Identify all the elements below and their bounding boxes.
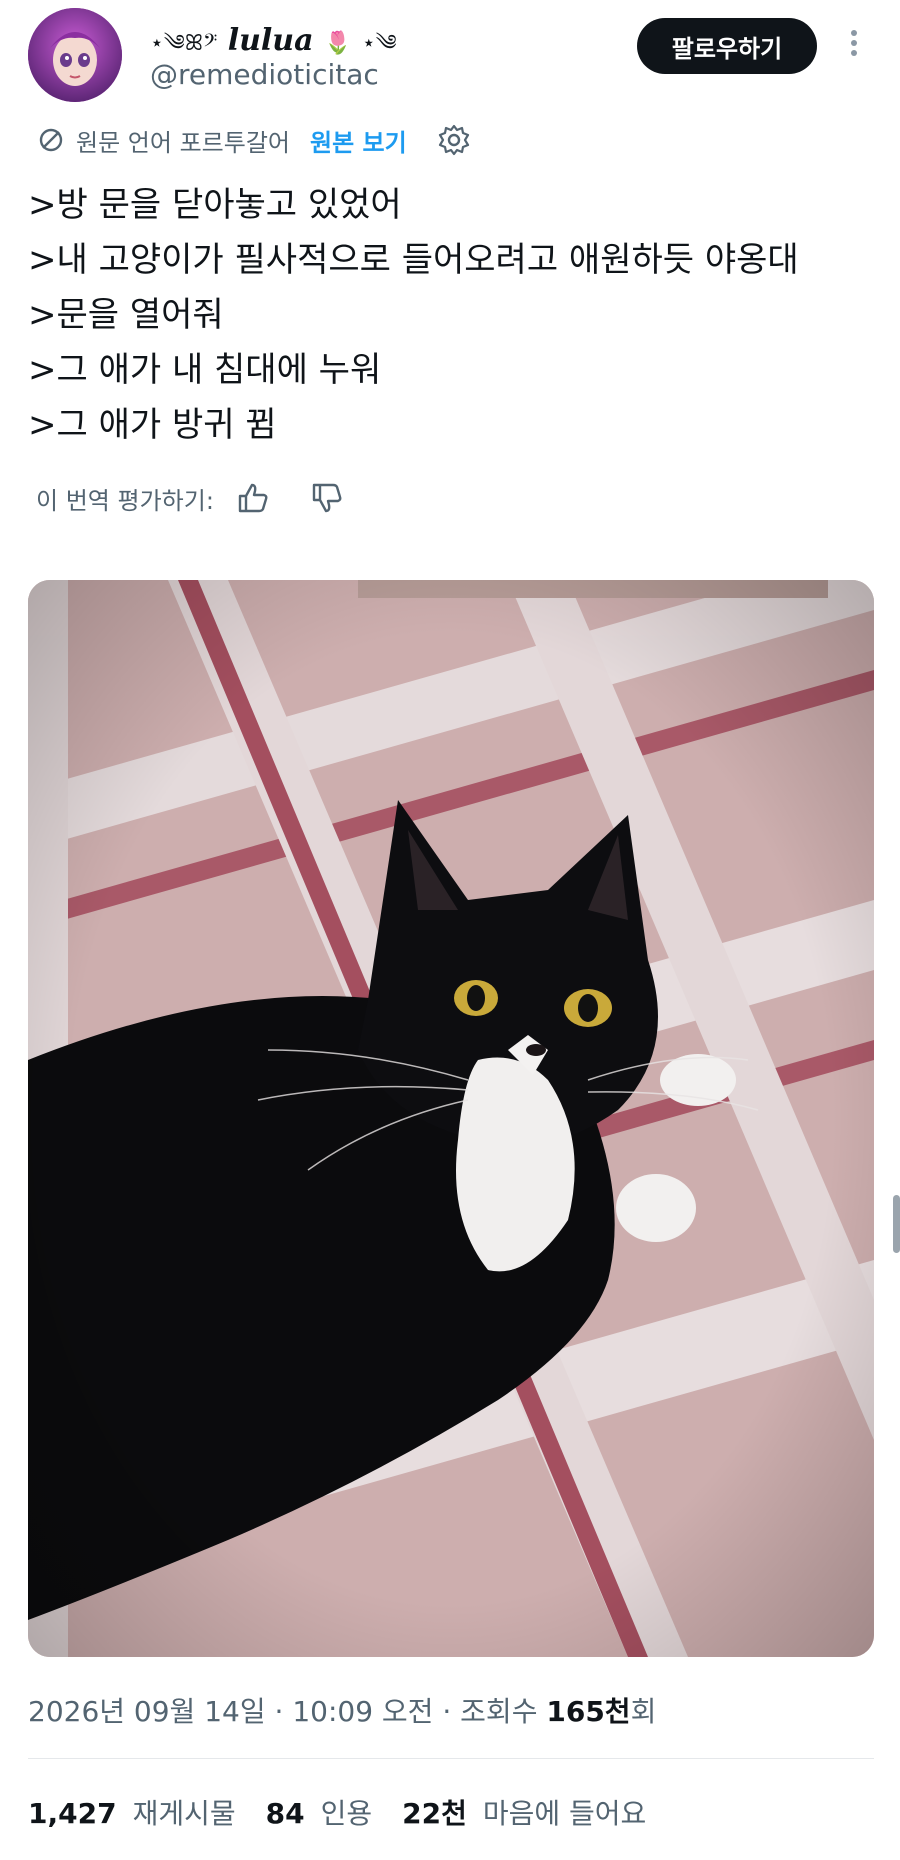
divider: [28, 1758, 874, 1759]
quotes-label[interactable]: 인용: [321, 1792, 373, 1832]
tweet-line: >그 애가 내 침대에 누워: [28, 350, 382, 390]
tulip-icon: 🌷: [324, 31, 352, 56]
views-label: 조회수: [460, 1695, 538, 1728]
meta-separator: ·: [442, 1695, 452, 1728]
rate-translation: 이 번역 평가하기:: [36, 478, 344, 518]
meta-separator: ·: [274, 1695, 284, 1728]
more-icon[interactable]: [844, 26, 864, 66]
views-suffix: 회: [630, 1695, 657, 1728]
thumbs-up-icon[interactable]: [236, 481, 270, 515]
translate-icon: [39, 128, 63, 152]
tweet-line: >방 문을 닫아놓고 있었어: [28, 185, 402, 225]
engagement-stats: 1,427 재게시물 84 인용 22천 마음에 들어요: [28, 1792, 676, 1832]
tweet-line: >문을 열어줘: [28, 295, 224, 335]
show-original-link[interactable]: 원본 보기: [310, 123, 407, 158]
user-handle[interactable]: @remedioticitac: [150, 58, 379, 91]
likes-label[interactable]: 마음에 들어요: [483, 1792, 646, 1832]
tweet-line: >그 애가 방귀 뀜: [28, 405, 277, 445]
tweet-photo[interactable]: [28, 580, 874, 1657]
views-count: 165천: [546, 1695, 631, 1728]
reposts-label[interactable]: 재게시물: [133, 1792, 236, 1832]
reposts-count[interactable]: 1,427: [28, 1797, 117, 1830]
tweet-header: ⋆༄ꕤ𝄢 lulua 🌷 ⋆༄ @remedioticitac 팔로우하기: [0, 0, 900, 110]
tweet-date[interactable]: 2026년 09월 14일: [28, 1695, 266, 1728]
tweet-text: >방 문을 닫아놓고 있었어 >내 고양이가 필사적으로 들어오려고 애원하듯 …: [28, 178, 878, 453]
translation-source: 원문 언어 포르투갈어: [76, 128, 290, 157]
tweet-line: >내 고양이가 필사적으로 들어오려고 애원하듯 야옹대: [28, 240, 799, 280]
tweet-meta: 2026년 09월 14일 · 10:09 오전 · 조회수 165천회: [28, 1690, 656, 1730]
quotes-count[interactable]: 84: [266, 1797, 305, 1830]
scrollbar[interactable]: [893, 1195, 900, 1253]
translation-bar: 원문 언어 포르투갈어 원본 보기: [36, 120, 471, 160]
thumbs-down-icon[interactable]: [310, 481, 344, 515]
gear-icon[interactable]: [437, 123, 471, 157]
name-deco-prefix: ⋆༄ꕤ𝄢: [150, 31, 218, 56]
likes-count[interactable]: 22천: [402, 1792, 467, 1832]
name-deco-suffix: ⋆༄: [361, 31, 397, 56]
tweet-time[interactable]: 10:09 오전: [292, 1695, 433, 1728]
cat-photo-image: [28, 580, 874, 1657]
avatar[interactable]: [28, 8, 122, 102]
display-name-text: lulua: [227, 23, 314, 58]
rate-label: 이 번역 평가하기:: [36, 486, 214, 515]
follow-button[interactable]: 팔로우하기: [637, 18, 817, 74]
